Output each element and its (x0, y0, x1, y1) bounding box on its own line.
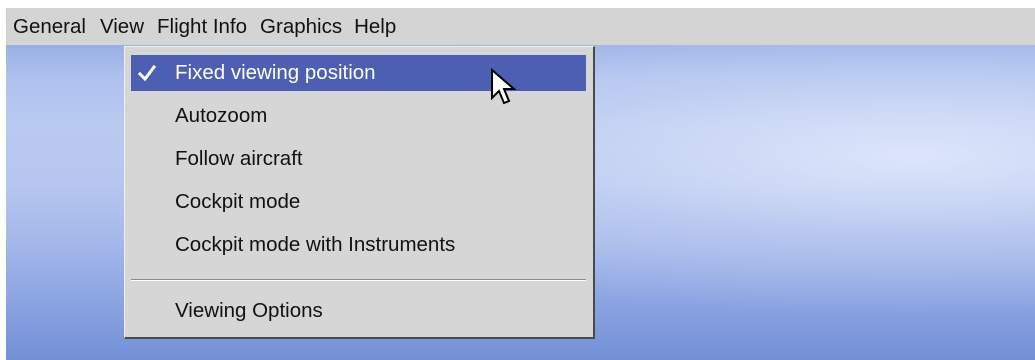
menu-item-label: Viewing Options (175, 299, 323, 322)
menu-item-autozoom[interactable]: Autozoom (131, 98, 586, 134)
menu-item-follow-aircraft[interactable]: Follow aircraft (131, 141, 586, 177)
menu-help[interactable]: Help (354, 8, 396, 45)
menu-item-cockpit-mode[interactable]: Cockpit mode (131, 184, 586, 220)
menu-item-label: Cockpit mode (175, 190, 301, 213)
app-window: General View Flight Info Graphics Help F… (6, 8, 1035, 360)
menu-item-cockpit-mode-with-instruments[interactable]: Cockpit mode with Instruments (131, 227, 586, 263)
menu-separator (131, 279, 586, 281)
menu-flight-info[interactable]: Flight Info (157, 8, 247, 45)
view-dropdown-menu: Fixed viewing position Autozoom Follow a… (124, 46, 595, 339)
menu-item-label: Autozoom (175, 104, 268, 127)
menu-item-viewing-options[interactable]: Viewing Options (131, 293, 586, 329)
menu-item-label: Cockpit mode with Instruments (175, 233, 456, 256)
menu-general[interactable]: General (13, 8, 86, 45)
menu-view[interactable]: View (100, 8, 144, 45)
checkmark-icon (137, 64, 157, 82)
menu-item-fixed-viewing-position[interactable]: Fixed viewing position (131, 55, 586, 91)
menu-bar: General View Flight Info Graphics Help (6, 8, 1035, 45)
menu-graphics[interactable]: Graphics (260, 8, 342, 45)
menu-item-label: Fixed viewing position (175, 61, 376, 84)
menu-item-label: Follow aircraft (175, 147, 303, 170)
